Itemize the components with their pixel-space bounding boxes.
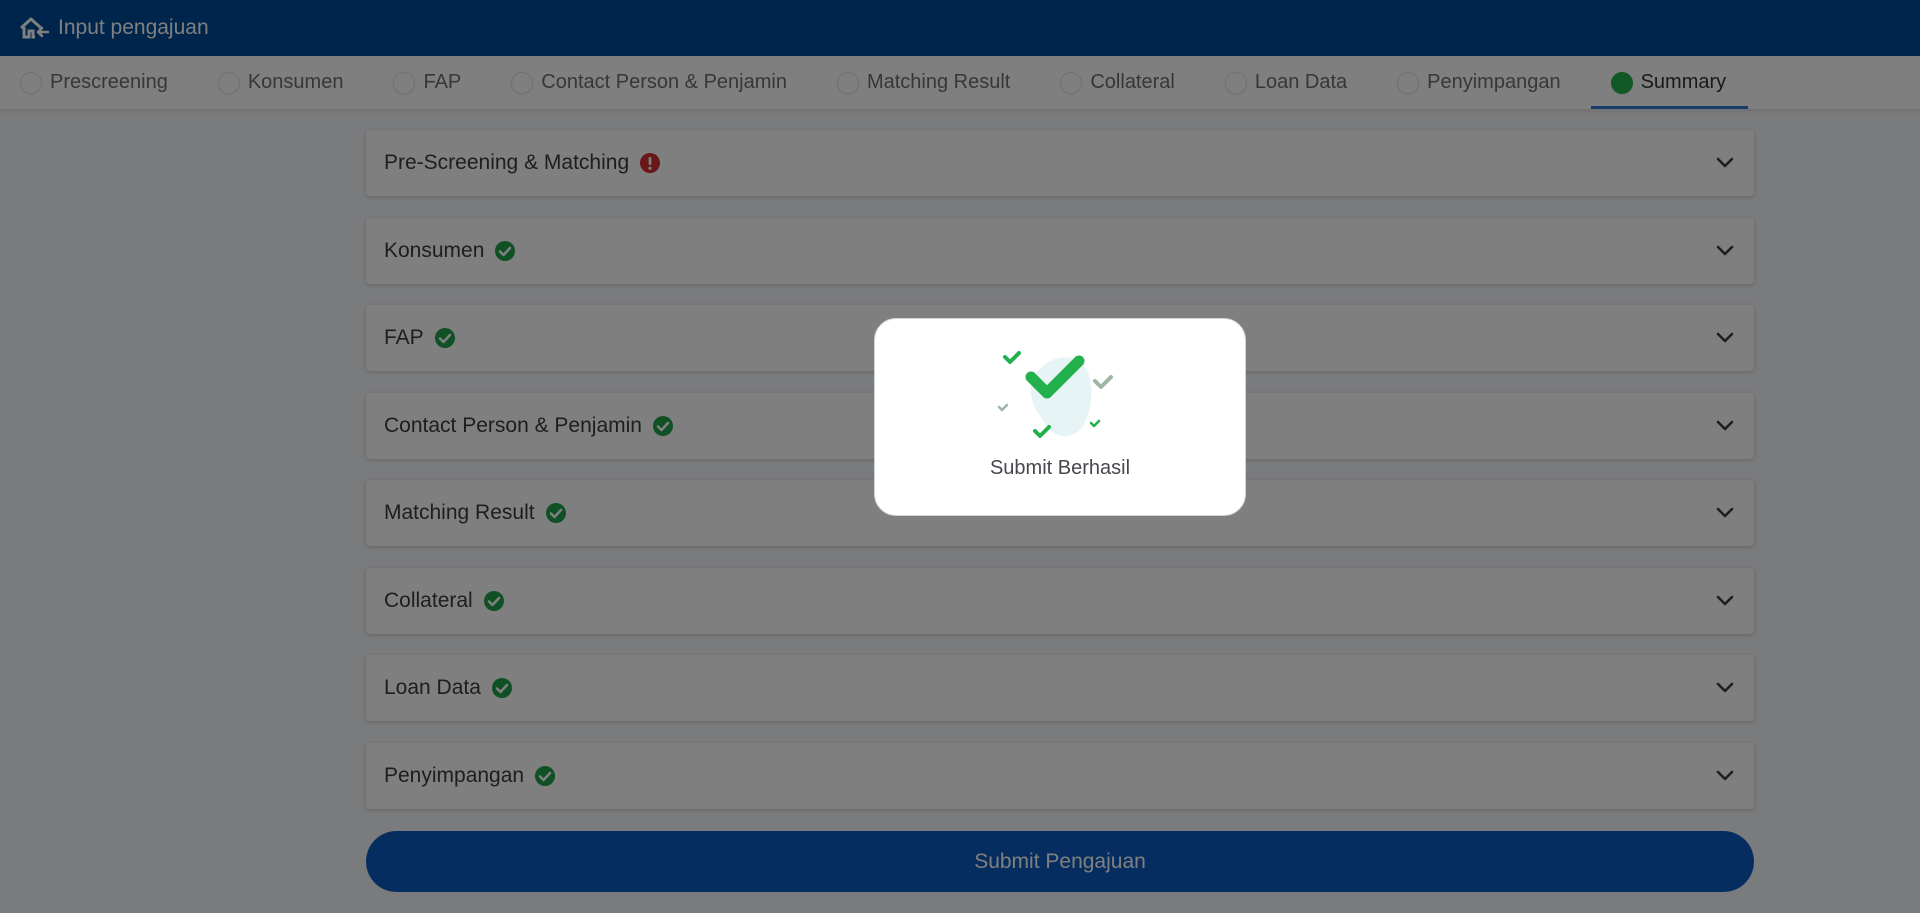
success-modal: Submit Berhasil [874,318,1246,516]
success-checks-icon [997,351,1113,438]
modal-message: Submit Berhasil [989,457,1131,479]
